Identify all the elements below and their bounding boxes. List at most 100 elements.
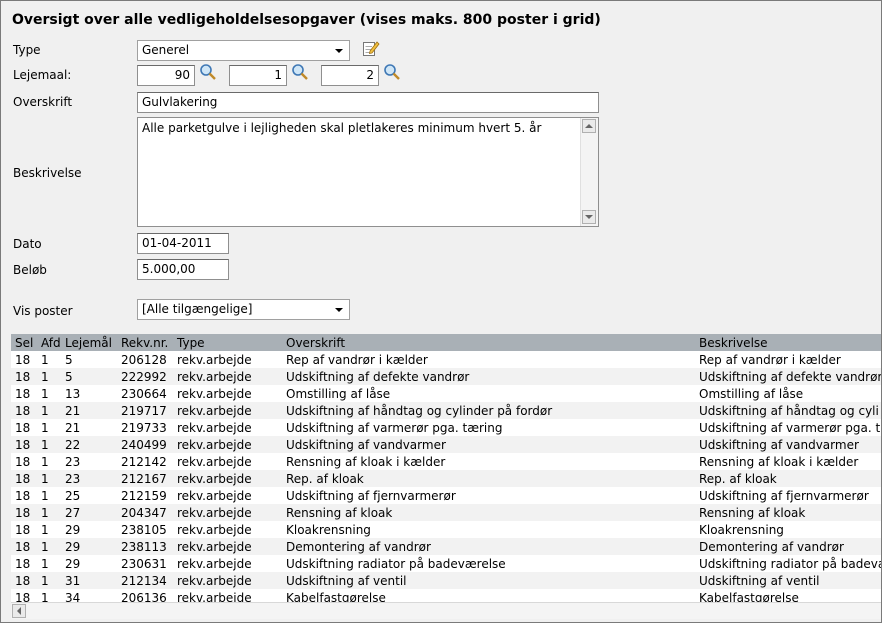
cell-beskrivelse: Demontering af vandrør — [695, 538, 881, 555]
cell-overskrift: Rep af vandrør i kælder — [282, 351, 695, 368]
table-row[interactable]: 18 1 31 212134 rekv.arbejde Udskiftning af ve… — [11, 572, 881, 589]
cell-lejemaal: 21 — [61, 402, 117, 419]
cell-type: rekv.arbejde — [173, 419, 282, 436]
cell-lejemaal: 29 — [61, 538, 117, 555]
cell-overskrift: Udskiftning af vandvarmer — [282, 436, 695, 453]
table-row[interactable]: 18 1 29 230631 rekv.arbejde Udskiftning radia… — [11, 555, 881, 572]
cell-overskrift: Udskiftning af defekte vandrør — [282, 368, 695, 385]
cell-overskrift: Kabelfastgørelse — [282, 589, 695, 602]
chevron-down-icon — [335, 49, 343, 53]
cell-type: rekv.arbejde — [173, 572, 282, 589]
textarea-scrollbar[interactable] — [580, 118, 598, 226]
cell-type: rekv.arbejde — [173, 555, 282, 572]
cell-rekvnr: 212159 — [117, 487, 173, 504]
cell-sel: 18 — [11, 521, 37, 538]
cell-rekvnr: 240499 — [117, 436, 173, 453]
cell-lejemaal: 23 — [61, 453, 117, 470]
results-grid: Sel Afd Lejemål Rekv.nr. Type Overskrift… — [11, 334, 881, 602]
cell-beskrivelse: Rensning af kloak — [695, 504, 881, 521]
cell-lejemaal: 29 — [61, 555, 117, 572]
beskrivelse-textarea[interactable]: Alle parketgulve i lejligheden skal plet… — [137, 117, 599, 227]
overskrift-input[interactable]: Gulvlakering — [137, 92, 599, 113]
cell-sel: 18 — [11, 504, 37, 521]
cell-type: rekv.arbejde — [173, 351, 282, 368]
lejemaal-afd-input[interactable]: 90 — [137, 65, 195, 86]
cell-sel: 18 — [11, 402, 37, 419]
cell-overskrift: Udskiftning af ventil — [282, 572, 695, 589]
grid-horizontal-scrollbar[interactable] — [11, 602, 881, 619]
vis-poster-select[interactable]: [Alle tilgængelige] — [137, 299, 350, 320]
table-row[interactable]: 18 1 13 230664 rekv.arbejde Omstilling af lås… — [11, 385, 881, 402]
column-header-afd[interactable]: Afd — [37, 334, 61, 351]
table-row[interactable]: 18 1 21 219717 rekv.arbejde Udskiftning af hå… — [11, 402, 881, 419]
cell-rekvnr: 238105 — [117, 521, 173, 538]
dato-input[interactable]: 01-04-2011 — [137, 233, 229, 254]
cell-overskrift: Rensning af kloak — [282, 504, 695, 521]
table-row[interactable]: 18 1 29 238105 rekv.arbejde Kloakrensning Kloa… — [11, 521, 881, 538]
cell-beskrivelse: Udskiftning af varmerør pga. t — [695, 419, 881, 436]
table-row[interactable]: 18 1 23 212167 rekv.arbejde Rep. af kloak Rep.… — [11, 470, 881, 487]
table-row[interactable]: 18 1 5 222992 rekv.arbejde Udskiftning af def… — [11, 368, 881, 385]
cell-afd: 1 — [37, 402, 61, 419]
cell-overskrift: Rensning af kloak i kælder — [282, 453, 695, 470]
cell-afd: 1 — [37, 538, 61, 555]
cell-beskrivelse: Udskiftning af fjernvarmerør — [695, 487, 881, 504]
cell-rekvnr: 230631 — [117, 555, 173, 572]
column-header-overskrift[interactable]: Overskrift — [282, 334, 695, 351]
column-header-sel[interactable]: Sel — [11, 334, 37, 351]
magnifier-icon[interactable] — [199, 63, 217, 81]
table-row[interactable]: 18 1 25 212159 rekv.arbejde Udskiftning af fj… — [11, 487, 881, 504]
table-row[interactable]: 18 1 29 238113 rekv.arbejde Demontering af va… — [11, 538, 881, 555]
cell-sel: 18 — [11, 589, 37, 602]
table-row[interactable]: 18 1 23 212142 rekv.arbejde Rensning af kloak… — [11, 453, 881, 470]
table-row[interactable]: 18 1 27 204347 rekv.arbejde Rensning af kloak… — [11, 504, 881, 521]
cell-sel: 18 — [11, 555, 37, 572]
type-select[interactable]: Generel — [137, 40, 350, 61]
cell-type: rekv.arbejde — [173, 368, 282, 385]
cell-afd: 1 — [37, 436, 61, 453]
column-header-lejemaal[interactable]: Lejemål — [61, 334, 117, 351]
overskrift-label: Overskrift — [13, 95, 73, 109]
cell-rekvnr: 212167 — [117, 470, 173, 487]
cell-lejemaal: 34 — [61, 589, 117, 602]
arrow-left-icon — [17, 607, 21, 615]
vis-poster-label: Vis poster — [13, 304, 73, 318]
cell-rekvnr: 212142 — [117, 453, 173, 470]
cell-afd: 1 — [37, 419, 61, 436]
column-header-type[interactable]: Type — [173, 334, 282, 351]
cell-sel: 18 — [11, 487, 37, 504]
cell-rekvnr: 219717 — [117, 402, 173, 419]
table-row[interactable]: 18 1 34 206136 rekv.arbejde Kabelfastgørelse K… — [11, 589, 881, 602]
type-select-value: Generel — [142, 43, 190, 57]
cell-beskrivelse: Kabelfastgørelse — [695, 589, 881, 602]
edit-note-icon[interactable] — [362, 39, 380, 57]
cell-afd: 1 — [37, 589, 61, 602]
lejemaal-nr-input[interactable]: 1 — [229, 65, 287, 86]
column-header-beskrivelse[interactable]: Beskrivelse — [695, 334, 881, 351]
column-header-rekvnr[interactable]: Rekv.nr. — [117, 334, 173, 351]
cell-lejemaal: 13 — [61, 385, 117, 402]
cell-afd: 1 — [37, 470, 61, 487]
scroll-down-button[interactable] — [582, 210, 596, 224]
cell-afd: 1 — [37, 487, 61, 504]
cell-beskrivelse: Udskiftning af ventil — [695, 572, 881, 589]
table-row[interactable]: 18 1 5 206128 rekv.arbejde Rep af vandrør i k… — [11, 351, 881, 368]
cell-sel: 18 — [11, 419, 37, 436]
magnifier-icon[interactable] — [383, 63, 401, 81]
cell-rekvnr: 230664 — [117, 385, 173, 402]
cell-rekvnr: 204347 — [117, 504, 173, 521]
scroll-left-button[interactable] — [12, 604, 26, 618]
type-label: Type — [13, 43, 41, 57]
cell-beskrivelse: Udskiftning af defekte vandrør — [695, 368, 881, 385]
magnifier-icon[interactable] — [291, 63, 309, 81]
cell-beskrivelse: Kloakrensning — [695, 521, 881, 538]
table-row[interactable]: 18 1 22 240499 rekv.arbejde Udskiftning af va… — [11, 436, 881, 453]
cell-sel: 18 — [11, 368, 37, 385]
cell-overskrift: Udskiftning af varmerør pga. tæring — [282, 419, 695, 436]
table-row[interactable]: 18 1 21 219733 rekv.arbejde Udskiftning af va… — [11, 419, 881, 436]
beloeb-input[interactable]: 5.000,00 — [137, 259, 229, 280]
cell-sel: 18 — [11, 572, 37, 589]
scroll-up-button[interactable] — [582, 119, 596, 133]
cell-afd: 1 — [37, 555, 61, 572]
lejemaal-sub-input[interactable]: 2 — [321, 65, 379, 86]
